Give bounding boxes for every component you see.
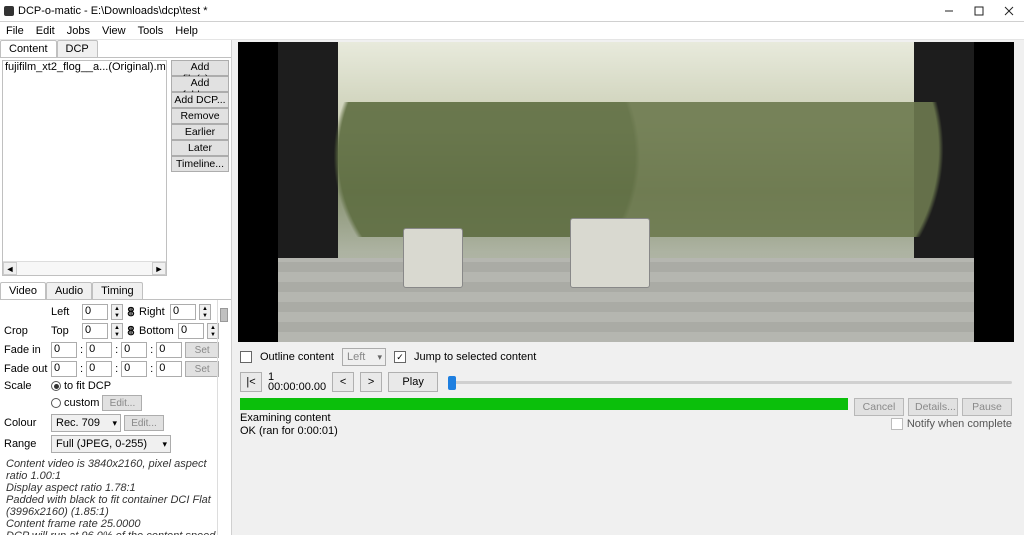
fade-out-h[interactable]: 0 [51, 361, 77, 377]
progress-bar [240, 398, 848, 410]
scroll-left-icon[interactable]: ◄ [3, 262, 17, 275]
timeline-button[interactable]: Timeline... [171, 156, 229, 172]
fade-out-m[interactable]: 0 [86, 361, 112, 377]
fade-out-f[interactable]: 0 [156, 361, 182, 377]
video-properties: Left 0 ▲▼ 𝟠 Right 0 ▲▼ Crop Top 0 ▲▼ 𝟠 B… [0, 300, 231, 535]
jump-checkbox[interactable]: ✓ [394, 351, 406, 363]
link-icon[interactable]: 𝟠 [126, 324, 136, 338]
fade-in-h[interactable]: 0 [51, 342, 77, 358]
fade-in-s[interactable]: 0 [121, 342, 147, 358]
crop-left-spinner[interactable]: ▲▼ [111, 304, 123, 320]
goto-start-button[interactable]: |< [240, 372, 262, 392]
window-title: DCP-o-matic - E:\Downloads\dcp\test * [18, 5, 208, 17]
later-button[interactable]: Later [171, 140, 229, 156]
add-dcp-button[interactable]: Add DCP... [171, 92, 229, 108]
scale-custom-label: custom [64, 397, 99, 409]
next-frame-button[interactable]: > [360, 372, 382, 392]
right-panel: Outline content Left ✓ Jump to selected … [232, 40, 1024, 535]
crop-bottom-label: Bottom [139, 325, 175, 337]
scale-label: Scale [4, 380, 48, 392]
tab-content[interactable]: Content [0, 40, 57, 57]
details-button[interactable]: Details... [908, 398, 958, 416]
earlier-button[interactable]: Earlier [171, 124, 229, 140]
colour-label: Colour [4, 417, 48, 429]
add-folder-button[interactable]: Add folder... [171, 76, 229, 92]
content-hscroll[interactable]: ◄ ► [3, 261, 166, 275]
tab-dcp[interactable]: DCP [57, 40, 98, 57]
scale-fit-radio[interactable] [51, 381, 61, 391]
outline-side-select[interactable]: Left [342, 348, 386, 366]
app-icon [4, 6, 14, 16]
add-files-button[interactable]: Add file(s)... [171, 60, 229, 76]
content-list[interactable]: fujifilm_xt2_flog__a...(Original).mov [m… [2, 60, 167, 276]
fade-out-label: Fade out [4, 363, 48, 375]
notify-checkbox[interactable] [891, 418, 903, 430]
prev-frame-button[interactable]: < [332, 372, 354, 392]
range-select[interactable]: Full (JPEG, 0-255) [51, 435, 171, 453]
scale-custom-radio[interactable] [51, 398, 61, 408]
maximize-button[interactable] [964, 0, 994, 22]
scroll-right-icon[interactable]: ► [152, 262, 166, 275]
progress-line1: Examining content [240, 412, 848, 425]
colour-select[interactable]: Rec. 709 [51, 414, 121, 432]
crop-top-label: Top [51, 325, 79, 337]
scale-edit-button[interactable]: Edit... [102, 395, 142, 411]
content-item[interactable]: fujifilm_xt2_flog__a...(Original).mov [m… [3, 61, 166, 73]
menu-help[interactable]: Help [175, 25, 198, 37]
timecode: 1 00:00:00.00 [268, 372, 326, 392]
fade-in-label: Fade in [4, 344, 48, 356]
menu-file[interactable]: File [6, 25, 24, 37]
menu-tools[interactable]: Tools [138, 25, 164, 37]
content-info: Content video is 3840x2160, pixel aspect… [4, 456, 227, 535]
fade-out-set[interactable]: Set [185, 361, 219, 377]
cancel-button[interactable]: Cancel [854, 398, 904, 416]
slider-thumb[interactable] [448, 376, 456, 390]
crop-right-spinner[interactable]: ▲▼ [199, 304, 211, 320]
fade-in-f[interactable]: 0 [156, 342, 182, 358]
menu-jobs[interactable]: Jobs [67, 25, 90, 37]
fade-out-s[interactable]: 0 [121, 361, 147, 377]
crop-right-label: Right [139, 306, 167, 318]
crop-left-label: Left [51, 306, 79, 318]
fade-in-m[interactable]: 0 [86, 342, 112, 358]
menu-view[interactable]: View [102, 25, 126, 37]
notify-label: Notify when complete [907, 418, 1012, 430]
range-label: Range [4, 438, 48, 450]
crop-right-input[interactable]: 0 [170, 304, 196, 320]
jump-label: Jump to selected content [414, 351, 536, 363]
pause-button[interactable]: Pause [962, 398, 1012, 416]
fade-in-set[interactable]: Set [185, 342, 219, 358]
remove-button[interactable]: Remove [171, 108, 229, 124]
play-button[interactable]: Play [388, 372, 438, 392]
tab-timing[interactable]: Timing [92, 282, 143, 299]
crop-left-input[interactable]: 0 [82, 304, 108, 320]
close-button[interactable] [994, 0, 1024, 22]
scale-fit-label: to fit DCP [64, 380, 111, 392]
outline-checkbox[interactable] [240, 351, 252, 363]
colour-edit-button[interactable]: Edit... [124, 415, 164, 431]
crop-top-input[interactable]: 0 [82, 323, 108, 339]
left-panel: Content DCP fujifilm_xt2_flog__a...(Orig… [0, 40, 232, 535]
progress-line2: OK (ran for 0:00:01) [240, 425, 848, 438]
timeline-slider[interactable] [448, 373, 1012, 391]
menu-edit[interactable]: Edit [36, 25, 55, 37]
menubar: File Edit Jobs View Tools Help [0, 22, 1024, 40]
crop-top-spinner[interactable]: ▲▼ [111, 323, 123, 339]
minimize-button[interactable] [934, 0, 964, 22]
content-buttons: Add file(s)... Add folder... Add DCP... … [169, 58, 231, 278]
top-tabs: Content DCP [0, 40, 231, 58]
crop-label: Crop [4, 325, 48, 337]
tab-video[interactable]: Video [0, 282, 46, 299]
outline-label: Outline content [260, 351, 334, 363]
video-preview [238, 42, 1014, 342]
crop-bottom-input[interactable]: 0 [178, 323, 204, 339]
link-icon[interactable]: 𝟠 [126, 305, 136, 319]
window-controls [934, 0, 1024, 22]
titlebar: DCP-o-matic - E:\Downloads\dcp\test * [0, 0, 1024, 22]
tab-audio[interactable]: Audio [46, 282, 92, 299]
props-vscroll[interactable] [217, 300, 231, 535]
